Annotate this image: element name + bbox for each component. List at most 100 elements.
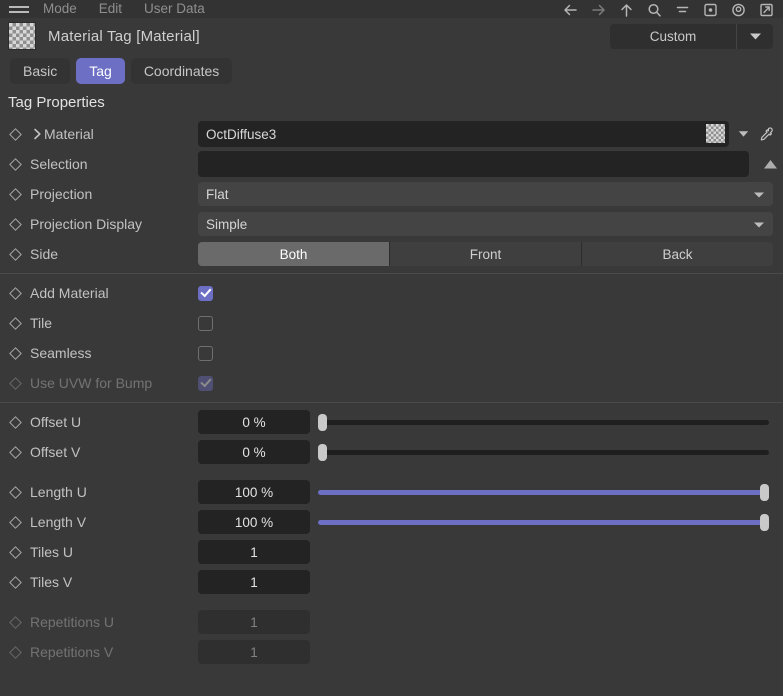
slider-handle[interactable] [318,443,327,461]
label-repetitions-u: Repetitions U [30,614,115,630]
row-projection-display: Projection Display Simple [0,209,783,239]
slider-fill [318,489,769,495]
side-option-back[interactable]: Back [582,242,773,266]
row-projection: Projection Flat [0,179,783,209]
target-circle-icon[interactable] [725,0,751,18]
open-external-icon[interactable] [753,0,779,18]
tab-tag[interactable]: Tag [76,58,125,84]
keyframe-diamond-icon[interactable] [0,316,30,330]
keyframe-diamond-icon[interactable] [0,575,30,589]
eyedropper-icon[interactable] [753,125,779,144]
label-projection: Projection [30,186,93,202]
divider [0,402,783,403]
title-bar: Material Tag [Material] Custom [0,18,783,54]
keyframe-diamond-icon[interactable] [0,247,30,261]
tab-coordinates[interactable]: Coordinates [130,58,233,84]
up-arrow-icon[interactable] [613,0,639,18]
input-length-u[interactable]: 100 % [198,480,310,504]
row-tile: Tile [0,308,783,338]
filter-icon[interactable] [669,0,695,18]
row-side: Side Both Front Back [0,239,783,269]
menu-item-mode[interactable]: Mode [32,1,88,18]
material-field[interactable]: OctDiffuse3 [198,121,729,147]
keyframe-diamond-icon[interactable] [0,286,30,300]
forward-arrow-icon[interactable] [585,0,611,18]
label-tiles-u: Tiles U [30,544,74,560]
checkbox-tile[interactable] [198,315,213,331]
keyframe-diamond-icon[interactable] [0,485,30,499]
checkerboard-swatch-icon[interactable] [706,124,725,143]
projection-dropdown[interactable]: Flat [198,182,773,206]
input-tiles-v[interactable]: 1 [198,570,310,594]
keyframe-diamond-icon[interactable] [0,445,30,459]
row-material: Material OctDiffuse3 [0,119,783,149]
row-use-uvw-for-bump: Use UVW for Bump [0,368,783,398]
slider-offset-u[interactable] [318,410,769,434]
label-add-material: Add Material [30,285,109,301]
row-add-material: Add Material [0,278,783,308]
input-offset-u[interactable]: 0 % [198,410,310,434]
projection-display-dropdown[interactable]: Simple [198,212,773,236]
slider-handle[interactable] [760,513,769,531]
material-dropdown-chevron-down-icon[interactable] [733,130,753,138]
square-dot-icon[interactable] [697,0,723,18]
slider-length-v[interactable] [318,510,769,534]
label-length-v: Length V [30,514,87,530]
tab-basic[interactable]: Basic [10,58,71,84]
toolbar-icons [557,0,779,18]
slider-handle[interactable] [760,483,769,501]
back-arrow-icon[interactable] [557,0,583,18]
checkbox-seamless[interactable] [198,345,213,361]
layout-dropdown[interactable]: Custom [610,24,773,49]
menu-item-edit[interactable]: Edit [88,1,133,18]
page-title: Material Tag [Material] [48,27,200,45]
triangle-up-icon[interactable] [757,158,783,170]
label-selection: Selection [30,156,88,172]
slider-length-u[interactable] [318,480,769,504]
side-segmented-control: Both Front Back [198,242,773,266]
keyframe-diamond-icon[interactable] [0,127,30,141]
input-repetitions-v: 1 [198,640,310,664]
keyframe-diamond-icon[interactable] [0,187,30,201]
slider-handle[interactable] [318,413,327,431]
keyframe-diamond-icon [0,376,30,390]
side-option-both[interactable]: Both [198,242,390,266]
chevron-down-icon[interactable] [737,32,773,41]
menu-item-user-data[interactable]: User Data [133,1,216,18]
row-repetitions-v: Repetitions V 1 [0,637,783,667]
side-option-front[interactable]: Front [390,242,582,266]
input-offset-v[interactable]: 0 % [198,440,310,464]
keyframe-diamond-icon[interactable] [0,415,30,429]
slider-offset-v[interactable] [318,440,769,464]
label-length-u: Length U [30,484,87,500]
section-title: Tag Properties [8,94,105,111]
keyframe-diamond-icon[interactable] [0,545,30,559]
hamburger-icon[interactable] [6,0,32,18]
chevron-down-icon [753,217,765,232]
material-field-value: OctDiffuse3 [198,121,729,147]
chevron-right-icon[interactable] [30,128,44,140]
slider-fill [318,519,769,525]
keyframe-diamond-icon[interactable] [0,515,30,529]
keyframe-diamond-icon[interactable] [0,217,30,231]
slider-track [318,419,769,425]
input-length-v[interactable]: 100 % [198,510,310,534]
checkbox-add-material[interactable] [198,285,213,301]
keyframe-diamond-icon[interactable] [0,346,30,360]
menu-bar: Mode Edit User Data [0,0,783,18]
label-tile: Tile [30,315,53,331]
label-tiles-v: Tiles V [30,574,73,590]
row-length-u: Length U 100 % [0,477,783,507]
keyframe-diamond-icon[interactable] [0,157,30,171]
label-projection-display: Projection Display [30,216,143,232]
row-tiles-u: Tiles U 1 [0,537,783,567]
selection-input[interactable] [198,151,749,177]
input-repetitions-u: 1 [198,610,310,634]
label-side: Side [30,246,59,262]
input-tiles-u[interactable]: 1 [198,540,310,564]
search-icon[interactable] [641,0,667,18]
label-offset-v: Offset V [30,444,81,460]
keyframe-diamond-icon [0,645,30,659]
